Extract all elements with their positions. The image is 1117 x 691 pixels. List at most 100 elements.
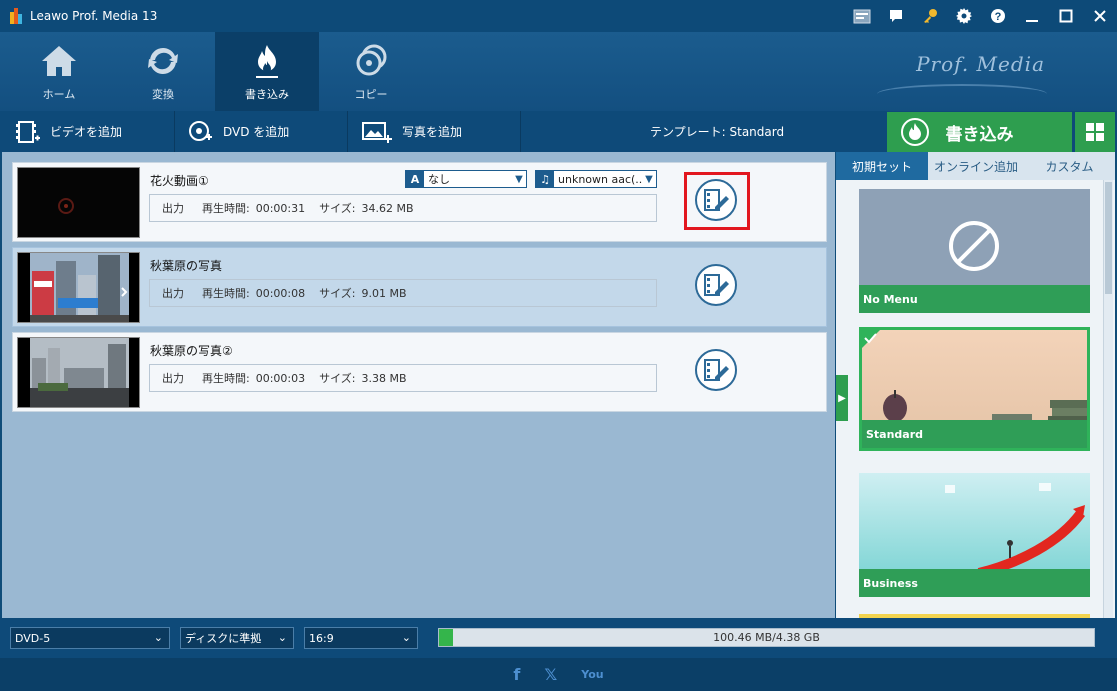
tab-online[interactable]: オンライン追加 (928, 152, 1024, 180)
size-value: 9.01 MB (361, 286, 407, 300)
maximize-icon[interactable] (1049, 0, 1083, 32)
item-title: 秋葉原の写真② (150, 344, 233, 358)
template-label: Standard (862, 420, 1087, 448)
duration-value: 00:00:31 (255, 201, 306, 215)
screenshot-icon[interactable] (845, 0, 879, 32)
add-video-button[interactable]: ビデオを追加 (0, 111, 175, 152)
capacity-text: 100.46 MB/4.38 GB (713, 631, 820, 644)
subtitle-select[interactable]: A なし ▼ (405, 170, 527, 188)
minimize-icon[interactable] (1015, 0, 1049, 32)
size-label: サイズ: (319, 202, 356, 215)
chevron-down-icon: ⌄ (401, 631, 411, 644)
add-photo-button[interactable]: 写真を追加 (348, 111, 521, 152)
footer: f 𝕏 You (0, 658, 1117, 691)
output-label: 出力 (162, 372, 184, 385)
output-label: 出力 (162, 287, 184, 300)
info-box: 出力 再生時間: 00:00:08 サイズ: 9.01 MB (149, 279, 657, 307)
size-label: サイズ: (319, 372, 356, 385)
nav-copy-label: コピー (354, 88, 388, 101)
aspect-value: 16:9 (309, 631, 334, 645)
duration-label: 再生時間: (202, 372, 250, 385)
app-title: Leawo Prof. Media 13 (30, 9, 158, 23)
item-title: 秋葉原の写真 (150, 259, 223, 273)
film-edit-icon (704, 274, 729, 296)
audio-select[interactable]: ♫ unknown aac(.. ▼ (535, 170, 657, 188)
title-bar: Leawo Prof. Media 13 ? (0, 0, 1117, 32)
nav-burn[interactable]: 書き込み (215, 32, 319, 111)
nav-copy[interactable]: コピー (319, 32, 423, 111)
info-box: 出力 再生時間: 00:00:31 サイズ: 34.62 MB (149, 194, 657, 222)
home-icon (7, 32, 111, 82)
key-icon[interactable] (913, 0, 947, 32)
photo-add-icon (362, 121, 392, 143)
duration-label: 再生時間: (202, 202, 250, 215)
audio-value: unknown aac(.. (558, 172, 642, 186)
list-item[interactable]: 秋葉原の写真 出力 再生時間: 00:00:08 サイズ: 9.01 MB (12, 247, 827, 327)
edit-button[interactable] (695, 264, 737, 306)
output-label: 出力 (162, 202, 184, 215)
template-label: Business (859, 569, 1090, 597)
disc-type-select[interactable]: DVD-5 ⌄ (10, 627, 170, 649)
duration-value: 00:00:08 (255, 286, 306, 300)
subtitle-value: なし (428, 173, 450, 186)
brand-swoosh (877, 84, 1047, 104)
burn-button[interactable]: 書き込み (887, 112, 1072, 152)
info-box: 出力 再生時間: 00:00:03 サイズ: 3.38 MB (149, 364, 657, 392)
gear-icon[interactable] (947, 0, 981, 32)
close-icon[interactable] (1083, 0, 1117, 32)
add-dvd-button[interactable]: DVD を追加 (175, 111, 348, 152)
tab-preset[interactable]: 初期セット (836, 152, 928, 180)
chevron-down-icon: ▼ (645, 173, 653, 185)
tab-custom[interactable]: カスタム (1024, 152, 1115, 180)
app-logo-icon (10, 8, 24, 24)
panel-toggle-button[interactable]: ▶ (836, 375, 848, 421)
template-label[interactable]: テンプレート: Standard (650, 111, 784, 152)
subtitle-icon: A (406, 171, 424, 187)
x-icon[interactable]: 𝕏 (544, 665, 557, 684)
template-label: No Menu (859, 285, 1090, 313)
nav-home-label: ホーム (42, 88, 76, 101)
list-item[interactable]: 花火動画① A なし ▼ ♫ unknown aac(.. ▼ 出力 再生時間:… (12, 162, 827, 242)
scrollbar-thumb[interactable] (1105, 182, 1112, 294)
edit-button[interactable] (695, 349, 737, 391)
youtube-icon[interactable]: You (581, 668, 603, 681)
dvd-add-icon (189, 120, 213, 143)
add-photo-label: 写真を追加 (402, 125, 463, 139)
main-nav: ホーム 変換 書き込み コピー Prof. Media (0, 32, 1117, 111)
quality-select[interactable]: ディスクに準拠 ⌄ (180, 627, 294, 649)
film-icon (16, 120, 40, 143)
size-value: 3.38 MB (361, 371, 407, 385)
template-standard[interactable]: Standard (859, 327, 1090, 451)
facebook-icon[interactable]: f (513, 665, 520, 684)
film-edit-icon (704, 359, 729, 381)
svg-text:?: ? (995, 11, 1002, 23)
template-panel: 初期セット オンライン追加 カスタム No Menu Standard Busi… (836, 152, 1115, 618)
grid-view-button[interactable] (1075, 112, 1115, 152)
disc-type-value: DVD-5 (15, 631, 51, 645)
size-value: 34.62 MB (361, 201, 414, 215)
item-title: 花火動画① (150, 174, 209, 188)
status-bar: DVD-5 ⌄ ディスクに準拠 ⌄ 16:9 ⌄ 100.46 MB/4.38 … (0, 618, 1117, 658)
nav-convert[interactable]: 変換 (111, 32, 215, 111)
nav-burn-label: 書き込み (245, 88, 289, 101)
music-icon: ♫ (536, 171, 554, 187)
highlight-box (684, 172, 750, 230)
template-scrollbar[interactable] (1103, 180, 1113, 618)
nav-home[interactable]: ホーム (7, 32, 111, 111)
template-business[interactable]: Business (859, 473, 1090, 597)
brand-logo: Prof. Media (916, 52, 1045, 76)
quality-value: ディスクに準拠 (185, 632, 262, 645)
grid-icon (1086, 123, 1104, 141)
chevron-down-icon: ▼ (515, 173, 523, 185)
aspect-select[interactable]: 16:9 ⌄ (304, 627, 418, 649)
convert-icon (111, 32, 215, 82)
template-tabs: 初期セット オンライン追加 カスタム (836, 152, 1115, 180)
list-item[interactable]: 秋葉原の写真② 出力 再生時間: 00:00:03 サイズ: 3.38 MB (12, 332, 827, 412)
template-no-menu[interactable]: No Menu (859, 189, 1090, 313)
help-icon[interactable]: ? (981, 0, 1015, 32)
nav-convert-label: 変換 (152, 88, 174, 101)
fire-icon (215, 32, 319, 82)
photo-thumbnail (17, 337, 140, 408)
chat-icon[interactable] (879, 0, 913, 32)
add-dvd-label: DVD を追加 (223, 125, 290, 139)
